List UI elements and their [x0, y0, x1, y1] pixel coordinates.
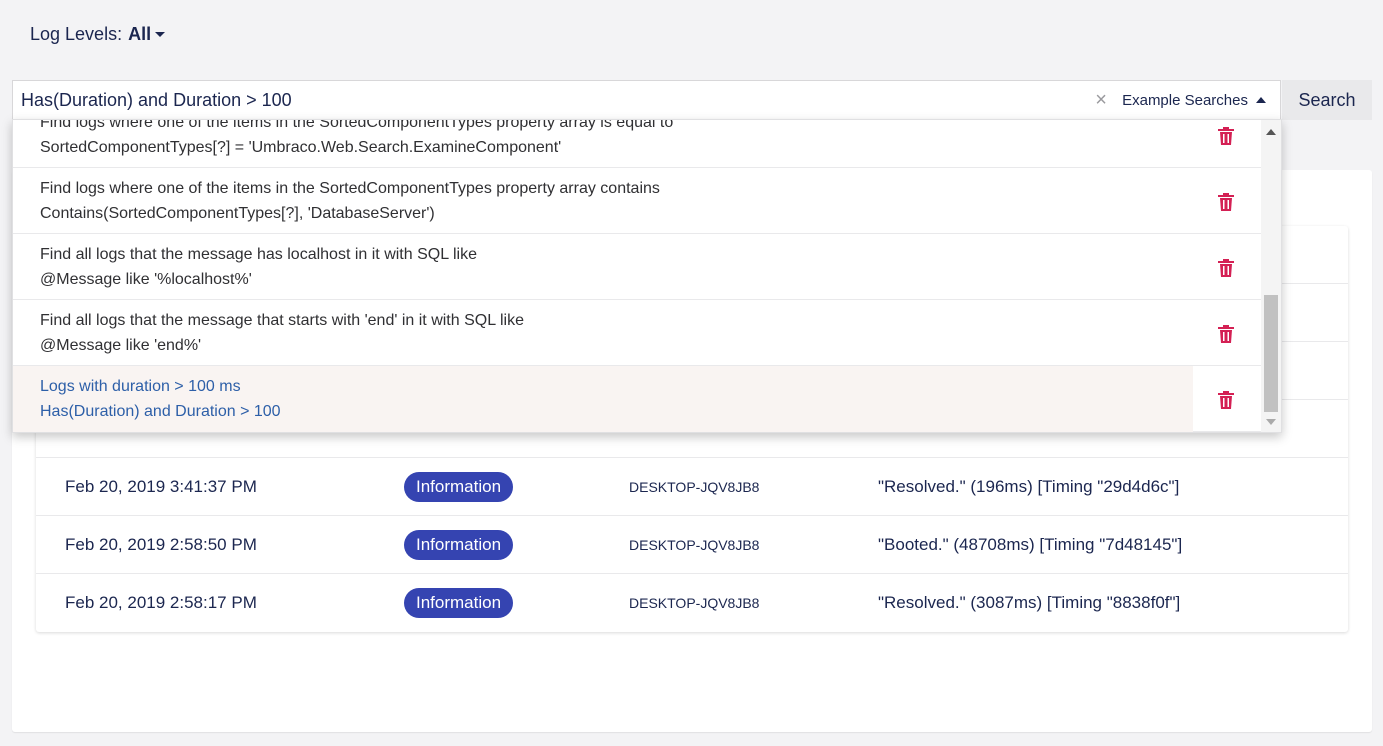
example-search-query: SortedComponentTypes[?] = 'Umbraco.Web.S… — [40, 139, 562, 156]
trash-icon[interactable] — [1218, 391, 1234, 409]
example-searches-toggle[interactable]: Example Searches — [1122, 92, 1280, 109]
table-row[interactable]: Feb 20, 2019 3:41:37 PM Information DESK… — [36, 458, 1348, 516]
example-search-query: Contains(SortedComponentTypes[?], 'Datab… — [40, 205, 435, 222]
log-levels-filter: Log Levels: All — [30, 24, 166, 45]
log-date: Feb 20, 2019 2:58:50 PM — [65, 535, 257, 554]
chevron-down-icon — [155, 32, 166, 37]
example-search-title: Logs with duration > 100 ms — [40, 378, 241, 395]
log-level-badge: Information — [404, 472, 514, 502]
log-machine: DESKTOP-JQV8JB8 — [629, 479, 760, 495]
log-levels-label: Log Levels: — [30, 24, 123, 44]
table-row[interactable]: Feb 20, 2019 2:58:50 PM Information DESK… — [36, 516, 1348, 574]
log-message: "Booted." (48708ms) [Timing "7d48145"] — [878, 535, 1183, 554]
log-message: "Resolved." (3087ms) [Timing "8838f0f"] — [878, 593, 1181, 612]
example-search-item[interactable]: Find logs where one of the items in the … — [13, 119, 1263, 168]
example-search-title: Find all logs that the message that star… — [40, 312, 524, 329]
scroll-thumb[interactable] — [1264, 295, 1278, 412]
log-level-badge: Information — [404, 588, 514, 618]
log-machine: DESKTOP-JQV8JB8 — [629, 537, 760, 553]
example-search-title: Find all logs that the message has local… — [40, 246, 477, 263]
example-search-title: Find logs where one of the items in the … — [40, 180, 660, 197]
scroll-down-arrow[interactable] — [1266, 419, 1276, 425]
search-input[interactable] — [13, 81, 1087, 119]
example-search-item-active[interactable]: Logs with duration > 100 ms Has(Duration… — [13, 366, 1263, 432]
trash-icon[interactable] — [1218, 127, 1234, 145]
trash-icon[interactable] — [1218, 325, 1234, 343]
example-search-query: @Message like 'end%' — [40, 337, 202, 354]
log-levels-dropdown[interactable]: All — [128, 24, 166, 45]
trash-icon[interactable] — [1218, 193, 1234, 211]
close-icon[interactable]: × — [1086, 89, 1116, 112]
example-search-title: Find logs where one of the items in the … — [40, 119, 674, 131]
example-search-item[interactable]: Find all logs that the message has local… — [13, 234, 1263, 300]
example-search-query: @Message like '%localhost%' — [40, 271, 252, 288]
example-searches-dropdown: Find logs where one of the items in the … — [12, 119, 1282, 433]
example-search-item[interactable]: Find all logs that the message that star… — [13, 300, 1263, 366]
dropdown-scrollbar[interactable] — [1261, 120, 1281, 432]
example-search-item[interactable]: Find logs where one of the items in the … — [13, 168, 1263, 234]
log-date: Feb 20, 2019 2:58:17 PM — [65, 593, 257, 612]
log-level-badge: Information — [404, 530, 514, 560]
log-machine: DESKTOP-JQV8JB8 — [629, 595, 760, 611]
trash-icon[interactable] — [1218, 259, 1234, 277]
log-levels-value: All — [128, 24, 152, 44]
chevron-up-icon — [1256, 97, 1266, 103]
table-row[interactable]: Feb 20, 2019 2:58:17 PM Information DESK… — [36, 574, 1348, 632]
log-date: Feb 20, 2019 3:41:37 PM — [65, 477, 257, 496]
search-bar: × Example Searches — [12, 80, 1281, 120]
example-search-query: Has(Duration) and Duration > 100 — [40, 403, 281, 420]
search-button[interactable]: Search — [1282, 80, 1372, 120]
scroll-up-arrow[interactable] — [1266, 129, 1276, 135]
log-message: "Resolved." (196ms) [Timing "29d4d6c"] — [878, 477, 1180, 496]
example-searches-label: Example Searches — [1122, 91, 1248, 109]
